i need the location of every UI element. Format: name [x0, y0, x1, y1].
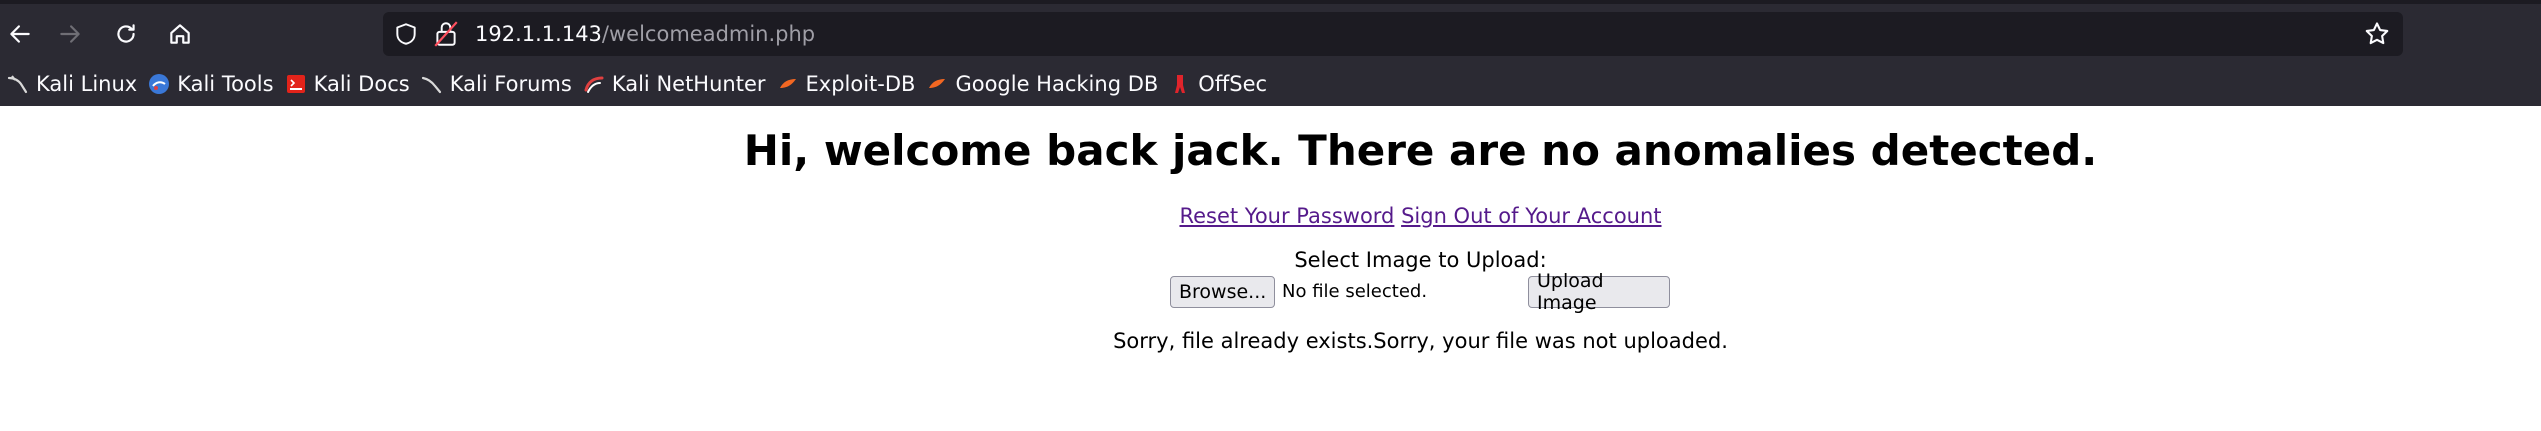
browser-toolbar: 192.1.1.143/welcomeadmin.php: [0, 4, 2541, 61]
kali-forums-icon: [420, 72, 444, 96]
file-status-text: No file selected.: [1282, 281, 1428, 302]
kali-nethunter-icon: [582, 72, 606, 96]
url-text[interactable]: 192.1.1.143/welcomeadmin.php: [475, 22, 815, 46]
browse-button[interactable]: Browse...: [1170, 276, 1276, 308]
upload-error-message: Sorry, file already exists.Sorry, your f…: [1113, 329, 1728, 353]
upload-label: Select Image to Upload:: [1294, 248, 1547, 272]
arrow-left-icon: [10, 25, 30, 43]
bookmark-star-icon[interactable]: [2363, 20, 2391, 48]
url-bar[interactable]: 192.1.1.143/welcomeadmin.php: [383, 12, 2403, 56]
account-links: Reset Your Password Sign Out of Your Acc…: [0, 204, 2541, 228]
bookmark-kali-nethunter[interactable]: Kali NetHunter: [580, 66, 774, 102]
bookmark-kali-tools[interactable]: Kali Tools: [145, 66, 281, 102]
bookmark-label: Kali Tools: [177, 71, 274, 96]
reset-password-link[interactable]: Reset Your Password: [1179, 204, 1394, 228]
reload-button[interactable]: [106, 14, 146, 54]
bookmark-kali-forums[interactable]: Kali Forums: [418, 66, 580, 102]
url-host: 192.1.1.143: [475, 22, 602, 46]
bookmark-label: Exploit-DB: [805, 71, 916, 96]
bookmark-label: Kali Docs: [313, 71, 410, 96]
kali-tools-icon: [147, 72, 171, 96]
bookmark-label: Kali NetHunter: [611, 71, 766, 96]
bookmark-google-hacking-db[interactable]: Google Hacking DB: [923, 66, 1166, 102]
bookmark-label: Kali Linux: [36, 71, 138, 96]
bookmark-kali-linux[interactable]: Kali Linux: [4, 66, 145, 102]
home-icon: [170, 24, 190, 44]
upload-form: Browse... No file selected. Upload Image: [1170, 270, 1670, 314]
back-button[interactable]: [0, 14, 40, 54]
forward-button[interactable]: [50, 14, 90, 54]
insecure-lock-icon[interactable]: [433, 20, 459, 48]
upload-image-button[interactable]: Upload Image: [1528, 270, 1670, 314]
reload-icon: [117, 24, 135, 43]
bookmark-offsec[interactable]: OffSec: [1166, 66, 1275, 102]
bookmark-label: OffSec: [1198, 71, 1268, 96]
page-heading: Hi, welcome back jack. There are no anom…: [743, 126, 2098, 175]
offsec-icon: [1168, 72, 1192, 96]
google-hacking-db-icon: [925, 72, 949, 96]
bookmark-label: Google Hacking DB: [955, 71, 1159, 96]
bookmark-label: Kali Forums: [449, 71, 572, 96]
url-path: /welcomeadmin.php: [601, 22, 816, 46]
bookmarks-toolbar: Kali Linux Kali Tools Kali Docs Kali For…: [0, 61, 2541, 106]
arrow-right-icon: [60, 25, 80, 43]
bookmark-exploit-db[interactable]: Exploit-DB: [774, 66, 924, 102]
kali-docs-icon: [284, 72, 308, 96]
sign-out-link[interactable]: Sign Out of Your Account: [1401, 204, 1661, 228]
shield-icon[interactable]: [393, 21, 419, 47]
page-content: Hi, welcome back jack. There are no anom…: [0, 106, 2541, 431]
bookmark-kali-docs[interactable]: Kali Docs: [282, 66, 418, 102]
exploit-db-icon: [776, 72, 800, 96]
kali-dragon-icon: [6, 72, 30, 96]
home-button[interactable]: [160, 14, 200, 54]
